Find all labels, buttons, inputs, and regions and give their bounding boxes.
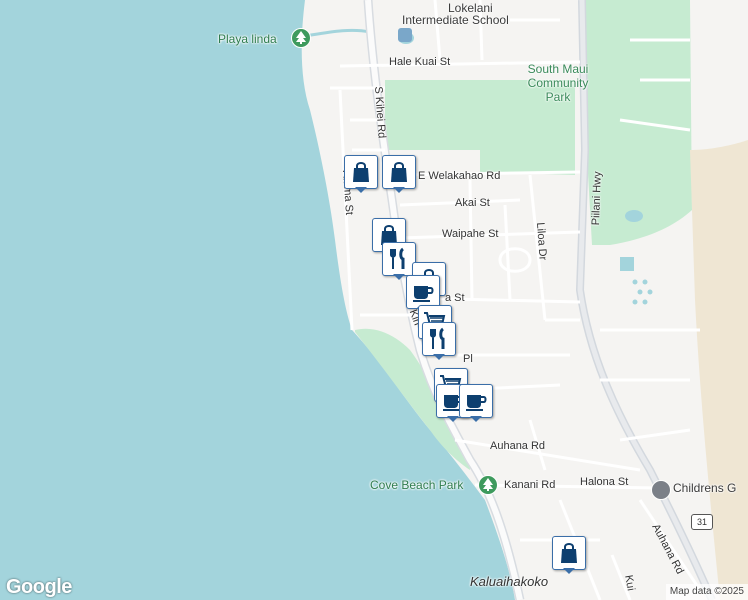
map-marker-pin[interactable]: [422, 322, 456, 360]
school-icon[interactable]: [398, 28, 412, 42]
community-park-label: South Maui Community Park: [527, 62, 589, 104]
school-label-bottom: Intermediate School: [402, 13, 509, 27]
map-marker-pin[interactable]: [382, 155, 416, 193]
liloa-drive-label: Liloa Dr: [534, 222, 549, 261]
kaluaihakoko-label: Kaluaihakoko: [470, 574, 549, 589]
kanani-road-label: Kanani Rd: [504, 479, 556, 491]
map-view[interactable]: Lokelani Intermediate School Playa linda…: [0, 0, 748, 600]
kui-street-label: Kui: [622, 574, 637, 592]
restaurant-icon: [422, 322, 456, 356]
auhana-road-label: Auhana Rd: [490, 440, 546, 452]
akai-street-label: Akai St: [455, 197, 490, 209]
info-poi-icon[interactable]: [651, 480, 671, 500]
piilani-highway-label: Piilani Hwy: [590, 171, 604, 226]
park-tree-icon[interactable]: [291, 28, 311, 48]
map-marker-pin[interactable]: [344, 155, 378, 193]
childrens-garden-label[interactable]: Childrens G: [673, 482, 736, 495]
restaurant-icon: [382, 242, 416, 276]
hale-kuai-street-label: Hale Kuai St: [389, 56, 451, 68]
playa-linda-label: Playa linda: [218, 32, 277, 46]
halona-street-label: Halona St: [580, 476, 629, 488]
coffee-icon: [459, 384, 493, 418]
map-attribution[interactable]: Map data ©2025: [665, 584, 748, 600]
place-street-label: Pl: [463, 353, 473, 365]
ulu-street-label: a St: [445, 292, 465, 304]
coffee-icon: [406, 275, 440, 309]
cove-beach-park-label[interactable]: Cove Beach Park: [370, 479, 463, 492]
shopping-bag-icon: [552, 536, 586, 570]
map-marker-pin[interactable]: [552, 536, 586, 574]
highway-31-shield: 31: [691, 514, 713, 530]
waipahe-street-label: Waipahe St: [442, 228, 499, 240]
map-marker-pin[interactable]: [459, 384, 493, 422]
shopping-bag-icon: [344, 155, 378, 189]
welakahao-road-label: E Welakahao Rd: [418, 170, 501, 182]
beach-park-tree-icon[interactable]: [478, 475, 498, 495]
google-logo: Google: [6, 576, 72, 598]
shopping-bag-icon: [382, 155, 416, 189]
